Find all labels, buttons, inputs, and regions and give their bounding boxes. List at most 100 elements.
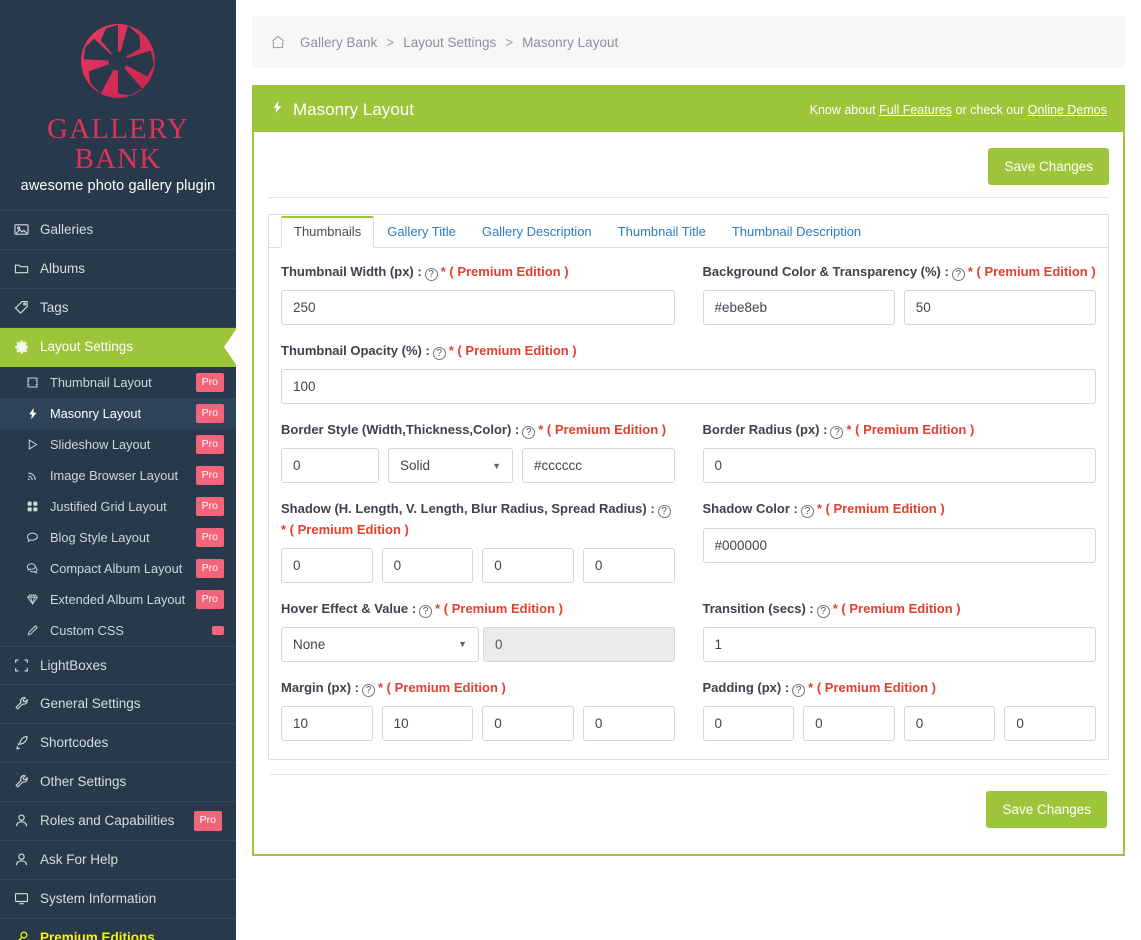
sidebar-item-justified-grid-layout[interactable]: Justified Grid Layout Pro <box>0 491 236 522</box>
help-icon[interactable]: ? <box>800 505 814 519</box>
help-icon[interactable]: ? <box>424 268 438 281</box>
transition-input[interactable] <box>702 626 1096 662</box>
form-col-left: Hover Effect & Value :? * ( Premium Editi… <box>281 599 675 678</box>
sidebar: GALLERY BANK awesome photo gallery plugi… <box>0 0 236 940</box>
sidebar-item-custom-css[interactable]: Custom CSS <box>0 615 236 646</box>
sidebar-item-premium-editions[interactable]: Premium Editions <box>0 919 236 940</box>
help-icon[interactable]: ? <box>951 268 965 281</box>
sidebar-item-albums[interactable]: Albums <box>0 250 236 289</box>
field-label: Shadow Color :? * ( Premium Edition ) <box>703 499 1097 519</box>
full-features-link[interactable]: Full Features <box>879 103 952 117</box>
online-demos-link[interactable]: Online Demos <box>1028 103 1107 117</box>
sidebar-item-general-settings[interactable]: General Settings <box>0 685 236 724</box>
sidebar-item-ask-for-help[interactable]: Ask For Help <box>0 841 236 880</box>
shadow-blur-radius-input[interactable] <box>482 547 574 583</box>
padding-left-input[interactable] <box>1004 705 1096 741</box>
sidebar-item-masonry-layout[interactable]: Masonry Layout Pro <box>0 397 236 429</box>
sidebar-item-system-information[interactable]: System Information <box>0 880 236 919</box>
margin-top-input[interactable] <box>281 705 373 741</box>
help-icon[interactable]: ? <box>657 505 671 519</box>
field-inputs <box>702 290 1096 326</box>
tab-thumbnails[interactable]: Thumbnails <box>281 216 375 248</box>
breadcrumb: Gallery Bank > Layout Settings > Masonry… <box>252 16 1125 68</box>
pro-badge: Pro <box>195 558 224 579</box>
hover-value-input <box>483 626 675 662</box>
shadow-h-length-input[interactable] <box>281 547 373 583</box>
border-radius-input[interactable] <box>702 448 1096 484</box>
image-icon <box>14 222 40 237</box>
sidebar-item-image-browser-layout[interactable]: Image Browser Layout Pro <box>0 460 236 491</box>
sidebar-menu: Galleries Albums Tags Layout Settings Th… <box>0 209 236 940</box>
help-icon[interactable]: ? <box>522 426 536 440</box>
padding-bottom-input[interactable] <box>903 705 996 741</box>
sidebar-item-slideshow-layout[interactable]: Slideshow Layout Pro <box>0 429 236 460</box>
form-col-right: Border Radius (px) :? * ( Premium Edition… <box>702 420 1096 499</box>
field-label: Background Color & Transparency (%) :? * … <box>703 262 1097 282</box>
field-inputs <box>702 527 1096 563</box>
user-icon <box>14 852 40 867</box>
tab-gallery-title[interactable]: Gallery Title <box>374 216 469 248</box>
field-inputs <box>702 705 1096 741</box>
sidebar-item-shortcodes[interactable]: Shortcodes <box>0 724 236 763</box>
help-icon[interactable]: ? <box>419 604 433 618</box>
sidebar-item-galleries[interactable]: Galleries <box>0 211 236 250</box>
sidebar-item-label: General Settings <box>40 696 141 712</box>
tab-gallery-description[interactable]: Gallery Description <box>469 216 605 248</box>
save-changes-button-top[interactable]: Save Changes <box>988 148 1109 185</box>
border-style-select-wrap: Solid ▼ <box>388 448 513 484</box>
premium-note: * ( Premium Edition ) <box>808 679 937 695</box>
help-icon[interactable]: ? <box>830 426 844 440</box>
margin-left-input[interactable] <box>582 705 675 741</box>
field-padding: Padding (px) :? * ( Premium Edition ) <box>702 678 1096 741</box>
shadow-color-input[interactable] <box>702 527 1096 563</box>
hover-effect-select[interactable]: None <box>281 626 479 662</box>
know-about-text: Know about <box>809 102 880 117</box>
main-content: Gallery Bank > Layout Settings > Masonry… <box>236 0 1141 940</box>
margin-bottom-input[interactable] <box>482 705 574 741</box>
help-icon[interactable]: ? <box>816 604 830 618</box>
sidebar-item-lightboxes[interactable]: LightBoxes <box>0 645 236 685</box>
breadcrumb-item-layout-settings[interactable]: Layout Settings <box>403 35 496 50</box>
sidebar-item-thumbnail-layout[interactable]: Thumbnail Layout Pro <box>0 367 236 398</box>
or-check-our-text: or check our <box>952 102 1028 117</box>
tab-thumbnail-description[interactable]: Thumbnail Description <box>719 216 874 248</box>
panel-body: Save Changes Thumbnails Gallery Title Ga… <box>254 132 1123 854</box>
help-icon[interactable]: ? <box>792 683 806 697</box>
premium-note: * ( Premium Edition ) <box>440 264 569 279</box>
label-text: Border Style (Width,Thickness,Color) : <box>281 422 520 438</box>
thumbnail-opacity-input[interactable] <box>281 369 1096 405</box>
background-color-input[interactable] <box>702 290 895 326</box>
settings-tabs-container: Thumbnails Gallery Title Gallery Descrip… <box>268 214 1109 760</box>
breadcrumb-item-gallery-bank[interactable]: Gallery Bank <box>300 35 377 50</box>
home-icon[interactable] <box>270 34 286 50</box>
shadow-v-length-input[interactable] <box>381 547 474 583</box>
field-thumbnail-width: Thumbnail Width (px) :? * ( Premium Editi… <box>281 262 675 326</box>
form-row-5: Hover Effect & Value :? * ( Premium Editi… <box>281 599 1096 678</box>
label-text: Thumbnail Width (px) : <box>281 264 422 279</box>
padding-right-input[interactable] <box>803 705 895 741</box>
border-width-input[interactable] <box>281 448 379 484</box>
sidebar-item-blog-style-layout[interactable]: Blog Style Layout Pro <box>0 522 236 553</box>
form-row-3: Border Style (Width,Thickness,Color) :? *… <box>281 420 1096 499</box>
sidebar-item-layout-settings[interactable]: Layout Settings <box>0 327 236 367</box>
save-changes-button-bottom[interactable]: Save Changes <box>986 790 1107 828</box>
tab-thumbnail-title[interactable]: Thumbnail Title <box>605 216 719 248</box>
padding-top-input[interactable] <box>702 705 795 741</box>
field-border-radius: Border Radius (px) :? * ( Premium Edition… <box>702 420 1096 484</box>
sidebar-item-roles-and-capabilities[interactable]: Roles and Capabilities Pro <box>0 802 236 841</box>
shadow-spread-radius-input[interactable] <box>582 547 675 583</box>
border-style-select[interactable]: Solid <box>388 448 513 484</box>
background-transparency-input[interactable] <box>903 290 1096 326</box>
sidebar-item-tags[interactable]: Tags <box>0 289 236 328</box>
bottom-footer: Save Changes <box>268 760 1109 840</box>
help-icon[interactable]: ? <box>362 683 375 697</box>
tag-icon <box>14 300 40 315</box>
border-color-input[interactable] <box>522 448 675 484</box>
sidebar-item-compact-album-layout[interactable]: Compact Album Layout Pro <box>0 553 236 584</box>
sidebar-item-other-settings[interactable]: Other Settings <box>0 763 236 802</box>
help-icon[interactable]: ? <box>432 347 446 361</box>
thumbnail-width-input[interactable] <box>281 290 675 326</box>
margin-right-input[interactable] <box>381 705 474 741</box>
folder-icon <box>14 261 40 276</box>
sidebar-item-extended-album-layout[interactable]: Extended Album Layout Pro <box>0 584 236 615</box>
